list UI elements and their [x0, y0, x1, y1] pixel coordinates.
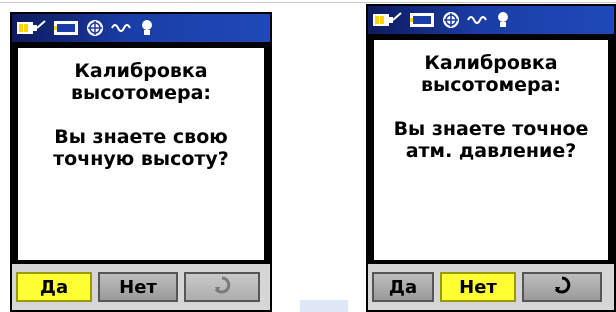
- device-screen-right: Калибровка высотомера: Вы знаете точное …: [366, 4, 616, 312]
- question-line-2: атм. давление?: [405, 140, 577, 162]
- satellite-icon: [442, 11, 460, 29]
- status-bar: [368, 6, 614, 34]
- yes-button[interactable]: Да: [372, 272, 434, 302]
- rotate-icon: [552, 275, 572, 300]
- backlight-icon: [53, 19, 79, 37]
- device-screen-left: Калибровка высотомера: Вы знаете свою то…: [10, 12, 272, 312]
- rotate-icon: [212, 275, 232, 300]
- dialog-panel: Калибровка высотомера: Вы знаете точное …: [372, 38, 610, 262]
- light-bulb-icon: [140, 19, 154, 37]
- backlight-icon: [409, 11, 435, 29]
- battery-icon: [16, 19, 46, 37]
- rotate-button[interactable]: [522, 272, 602, 302]
- dialog-title-line-1: Калибровка: [424, 52, 558, 74]
- no-button[interactable]: Нет: [98, 272, 178, 302]
- battery-icon: [372, 11, 402, 29]
- background-mark: [300, 300, 348, 312]
- wave-icon: [467, 13, 489, 27]
- rotate-button[interactable]: [184, 272, 260, 302]
- question-line-1: Вы знаете точное: [393, 118, 589, 140]
- dialog-title-line-2: высотомера:: [420, 74, 562, 96]
- no-button[interactable]: Нет: [440, 272, 516, 302]
- wave-icon: [111, 21, 133, 35]
- top-divider-line: [0, 2, 616, 3]
- yes-button[interactable]: Да: [16, 272, 92, 302]
- dialog-title-line-1: Калибровка: [74, 60, 208, 82]
- light-bulb-icon: [496, 11, 510, 29]
- question-line-2: точную высоту?: [53, 148, 229, 170]
- dialog-panel: Калибровка высотомера: Вы знаете свою то…: [16, 46, 266, 262]
- button-bar: Да Нет: [368, 264, 614, 310]
- question-line-1: Вы знаете свою: [54, 126, 228, 148]
- dialog-title-line-2: высотомера:: [70, 82, 212, 104]
- satellite-icon: [86, 19, 104, 37]
- button-bar: Да Нет: [12, 264, 270, 310]
- status-bar: [12, 14, 270, 42]
